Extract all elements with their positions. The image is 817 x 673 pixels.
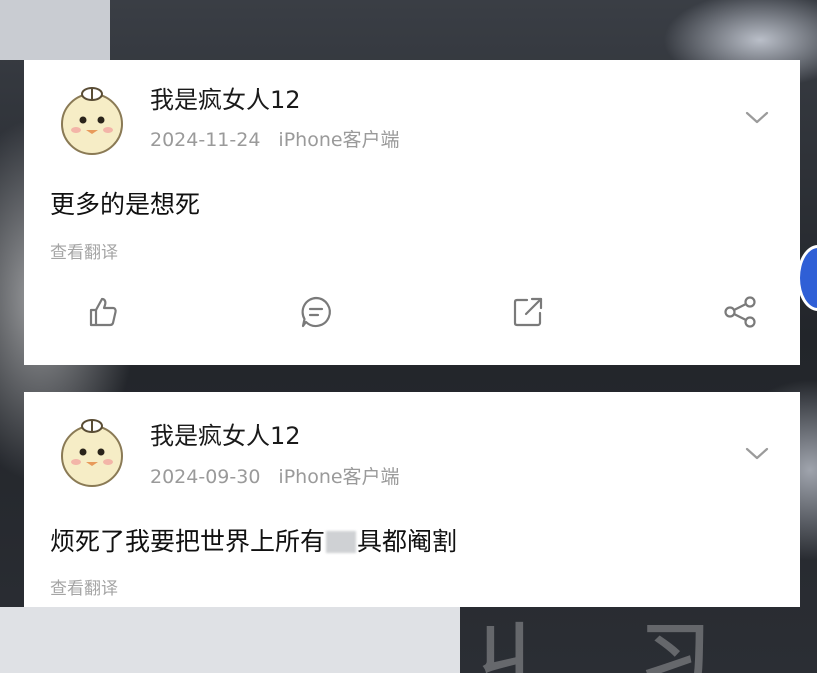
comment-card: 我是疯女人12 2024-09-30 iPhone客户端 烦死了我要把世界上所有 具… xyxy=(24,392,800,607)
avatar[interactable] xyxy=(52,412,132,492)
chevron-down-icon[interactable] xyxy=(744,110,770,126)
comment-text-part: 具都阉割 xyxy=(357,527,458,556)
comment-text-part: 更多的是想死 xyxy=(50,190,201,219)
post-client: iPhone客户端 xyxy=(278,466,400,488)
post-date: 2024-11-24 xyxy=(150,129,261,151)
background-shape xyxy=(0,0,110,60)
post-meta: 2024-09-30 iPhone客户端 xyxy=(150,462,400,489)
comment-text: 烦死了我要把世界上所有 具都阉割 xyxy=(50,522,457,558)
comment-icon xyxy=(301,296,331,328)
chevron-down-icon[interactable] xyxy=(744,446,770,462)
share-icon xyxy=(724,296,756,328)
censored-blur xyxy=(326,531,357,553)
thumbs-up-icon xyxy=(89,297,117,327)
share-button[interactable] xyxy=(720,292,760,332)
comment-text-part: 烦死了我要把世界上所有 xyxy=(50,527,326,556)
post-date: 2024-09-30 xyxy=(150,466,261,488)
translate-link[interactable]: 查看翻译 xyxy=(50,574,118,599)
background-shape: 习 xyxy=(640,615,710,673)
username[interactable]: 我是疯女人12 xyxy=(150,416,301,451)
avatar[interactable] xyxy=(52,80,132,160)
like-button[interactable] xyxy=(82,292,122,332)
translate-link[interactable]: 查看翻译 xyxy=(50,238,118,263)
comment-button[interactable] xyxy=(296,292,336,332)
background-shape xyxy=(0,607,460,673)
forward-icon xyxy=(513,297,543,327)
post-client: iPhone客户端 xyxy=(278,129,400,151)
forward-button[interactable] xyxy=(508,292,548,332)
post-meta: 2024-11-24 iPhone客户端 xyxy=(150,125,400,152)
comment-text: 更多的是想死 xyxy=(50,185,200,221)
comment-card: 我是疯女人12 2024-11-24 iPhone客户端 更多的是想死 查看翻译 xyxy=(24,60,800,365)
username[interactable]: 我是疯女人12 xyxy=(150,80,301,115)
background-shape: ㄐ xyxy=(470,615,540,673)
